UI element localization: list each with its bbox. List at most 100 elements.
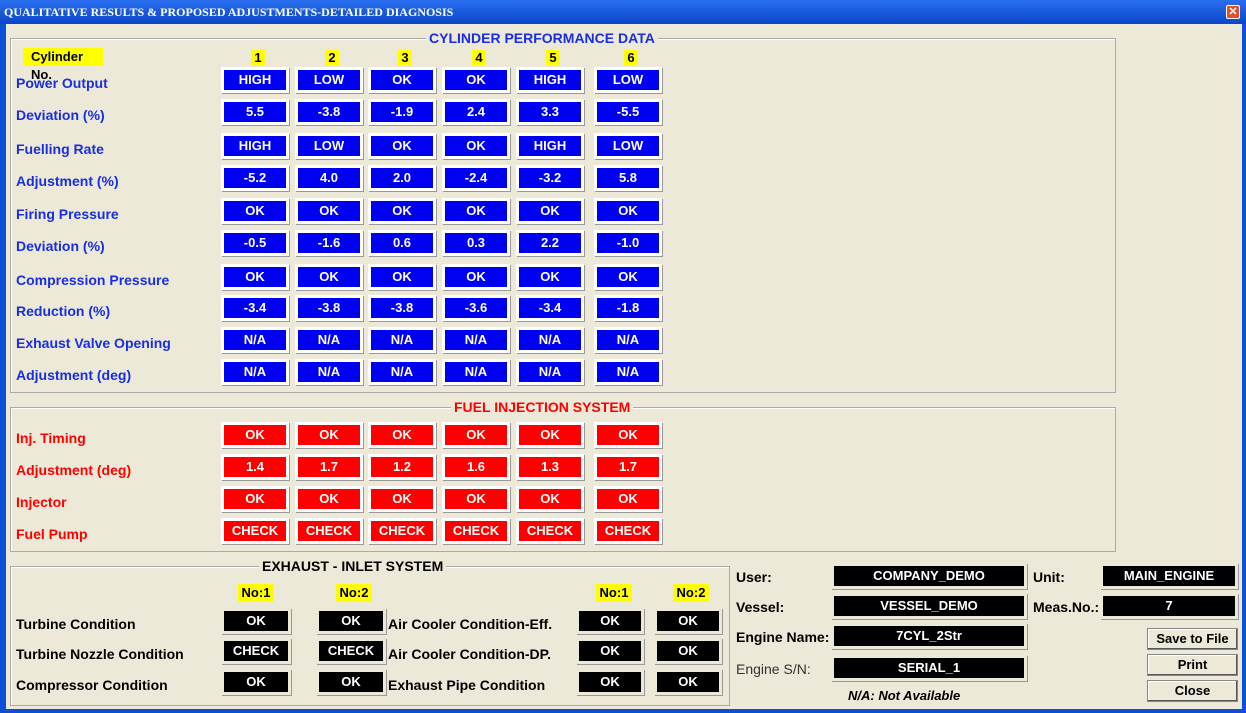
fuel-value-cell: OK (442, 422, 510, 448)
na-note: N/A: Not Available (848, 688, 961, 703)
cylinder-value-cell: -3.4 (221, 295, 289, 321)
engine-sn-label: Engine S/N: (736, 661, 811, 677)
fuel-row-label: Inj. Timing (16, 430, 86, 446)
exhaust-column-header: No:2 (336, 584, 372, 602)
cylinder-row-label: Adjustment (%) (16, 173, 119, 189)
cylinder-value-cell: OK (295, 198, 363, 224)
cylinder-value-cell: OK (594, 198, 662, 224)
user-label: User: (736, 569, 772, 585)
exhaust-right-label: Exhaust Pipe Condition (388, 677, 546, 693)
fuel-value-cell: 1.2 (368, 454, 436, 480)
cylinder-value-cell: -0.5 (221, 230, 289, 256)
cylinder-column-header: 2 (325, 50, 339, 66)
close-button[interactable]: Close (1147, 680, 1238, 702)
fuel-value-cell: OK (221, 486, 289, 512)
exhaust-column-header: No:1 (238, 584, 274, 602)
cylinder-value-cell: OK (221, 198, 289, 224)
cylinder-value-cell: 2.2 (516, 230, 584, 256)
cylinder-value-cell: OK (516, 198, 584, 224)
cylinder-value-cell: N/A (368, 327, 436, 353)
cylinder-value-cell: HIGH (516, 133, 584, 159)
exhaust-value-cell: CHECK (221, 638, 291, 664)
engine-sn-value: SERIAL_1 (831, 655, 1027, 681)
cylinder-value-cell: OK (368, 264, 436, 290)
fuel-row-label: Injector (16, 494, 67, 510)
unit-label: Unit: (1033, 569, 1065, 585)
window-title: QUALITATIVE RESULTS & PROPOSED ADJUSTMEN… (0, 0, 1246, 24)
cylinder-value-cell: OK (442, 67, 510, 93)
cylinder-value-cell: N/A (221, 327, 289, 353)
cylinder-row-label: Exhaust Valve Opening (16, 335, 171, 351)
exhaust-value-cell: OK (654, 669, 722, 695)
cylinder-column-header: 5 (546, 50, 560, 66)
cylinder-value-cell: 2.4 (442, 99, 510, 125)
cylinder-value-cell: LOW (295, 133, 363, 159)
cylinder-value-cell: -3.4 (516, 295, 584, 321)
engine-name-label: Engine Name: (736, 629, 830, 645)
cylinder-value-cell: N/A (295, 359, 363, 385)
fuel-value-cell: OK (368, 422, 436, 448)
unit-value: MAIN_ENGINE (1100, 563, 1238, 589)
meas-no-label: Meas.No.: (1033, 599, 1100, 615)
cylinder-row-label: Firing Pressure (16, 206, 119, 222)
exhaust-value-cell: OK (654, 638, 722, 664)
cylinder-row-label: Adjustment (deg) (16, 367, 132, 383)
cylinder-value-cell: OK (442, 198, 510, 224)
fuel-value-cell: OK (516, 422, 584, 448)
cylinder-value-cell: N/A (516, 359, 584, 385)
cylinder-value-cell: HIGH (221, 133, 289, 159)
fuel-value-cell: 1.7 (295, 454, 363, 480)
cylinder-column-header: 4 (472, 50, 486, 66)
cylinder-value-cell: HIGH (221, 67, 289, 93)
cylinder-value-cell: -1.8 (594, 295, 662, 321)
cylinder-value-cell: -3.8 (368, 295, 436, 321)
exhaust-left-label: Turbine Condition (16, 616, 136, 632)
cylinder-value-cell: OK (516, 264, 584, 290)
cylinder-value-cell: OK (442, 264, 510, 290)
cylinder-row-label: Reduction (%) (16, 303, 111, 319)
fuel-injection-title: FUEL INJECTION SYSTEM (451, 399, 634, 415)
cylinder-value-cell: 2.0 (368, 165, 436, 191)
window-client: CYLINDER PERFORMANCE DATA Cylinder No. 1… (6, 24, 1242, 709)
cylinder-row-label: Deviation (%) (16, 238, 105, 254)
cylinder-value-cell: OK (442, 133, 510, 159)
fuel-row-label: Adjustment (deg) (16, 462, 132, 478)
fuel-value-cell: OK (295, 486, 363, 512)
fuel-value-cell: OK (594, 486, 662, 512)
cylinder-value-cell: N/A (368, 359, 436, 385)
fuel-value-cell: CHECK (221, 518, 289, 544)
vessel-value: VESSEL_DEMO (831, 593, 1027, 619)
save-to-file-button[interactable]: Save to File (1147, 628, 1238, 650)
fuel-value-cell: OK (368, 486, 436, 512)
cylinder-value-cell: -1.6 (295, 230, 363, 256)
cylinder-value-cell: 5.8 (594, 165, 662, 191)
fuel-value-cell: 1.6 (442, 454, 510, 480)
close-window-icon[interactable]: ✕ (1226, 5, 1240, 19)
engine-name-value: 7CYL_2Str (831, 623, 1027, 649)
exhaust-value-cell: OK (576, 608, 644, 634)
cylinder-value-cell: -3.8 (295, 99, 363, 125)
cylinder-value-cell: N/A (594, 327, 662, 353)
cylinder-value-cell: OK (295, 264, 363, 290)
cylinder-value-cell: OK (594, 264, 662, 290)
fuel-row-label: Fuel Pump (16, 526, 88, 542)
meas-no-value: 7 (1100, 593, 1238, 619)
cylinder-value-cell: -1.9 (368, 99, 436, 125)
vessel-label: Vessel: (736, 599, 785, 615)
cylinder-value-cell: -5.5 (594, 99, 662, 125)
cylinder-value-cell: 0.3 (442, 230, 510, 256)
fuel-value-cell: OK (442, 486, 510, 512)
cylinder-row-label: Deviation (%) (16, 107, 105, 123)
cylinder-value-cell: -5.2 (221, 165, 289, 191)
cylinder-no-header: Cylinder No. (23, 48, 103, 82)
exhaust-value-cell: OK (576, 638, 644, 664)
exhaust-column-header: No:2 (673, 584, 709, 602)
fuel-value-cell: CHECK (368, 518, 436, 544)
cylinder-column-header: 6 (624, 50, 638, 66)
cylinder-row-label: Power Output (16, 75, 108, 91)
cylinder-value-cell: 4.0 (295, 165, 363, 191)
cylinder-value-cell: -3.8 (295, 295, 363, 321)
cylinder-value-cell: 0.6 (368, 230, 436, 256)
print-button[interactable]: Print (1147, 654, 1238, 676)
fuel-value-cell: CHECK (594, 518, 662, 544)
